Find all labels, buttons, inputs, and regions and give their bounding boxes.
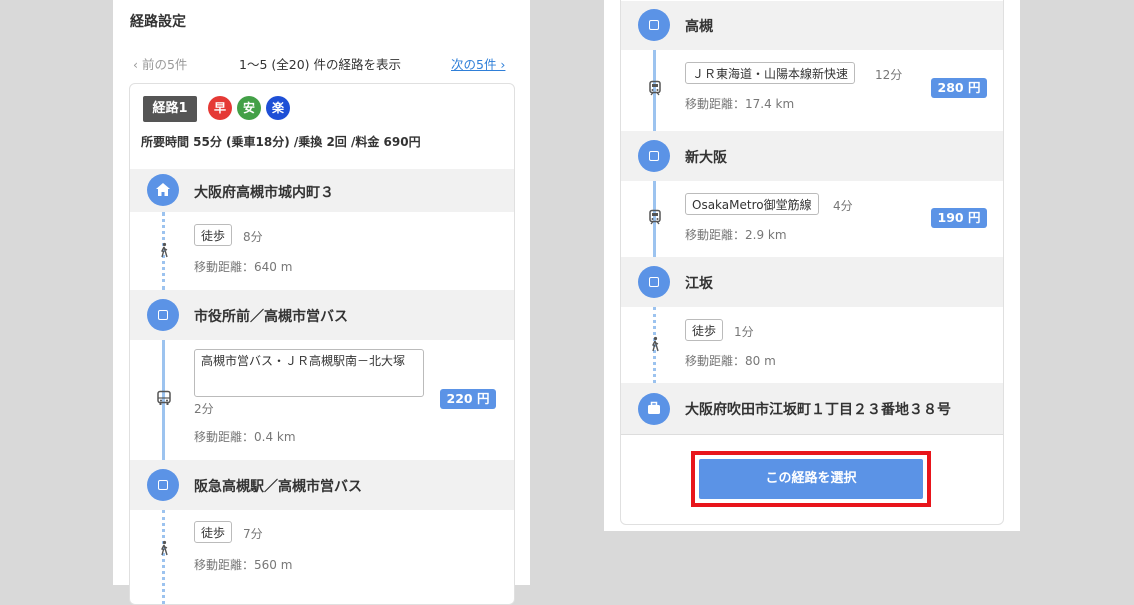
briefcase-icon (638, 393, 670, 425)
origin-name: 大阪府高槻市城内町３ (194, 185, 334, 201)
station-name: 阪急高槻駅／高槻市営バス (194, 479, 362, 495)
walk-distance: 移動距離：80 m (685, 354, 776, 368)
station-row: 新大阪 (621, 131, 1003, 181)
station-row: 阪急高槻駅／高槻市営バス (130, 460, 514, 510)
train-icon (647, 209, 663, 225)
bus-icon (156, 390, 172, 406)
metro-time: 4分 (833, 199, 853, 213)
walk-icon (156, 242, 172, 258)
destination-name: 大阪府吹田市江坂町１丁目２３番地３８号 (685, 402, 951, 418)
route-badge: 経路1 (143, 96, 197, 122)
home-icon (147, 174, 179, 206)
station-name: 新大阪 (685, 150, 727, 166)
fare-badge: 220 円 (440, 389, 496, 409)
train-time: 12分 (875, 68, 903, 82)
fastest-mark: 早 (208, 96, 232, 120)
result-range-text: 1〜5 (全20) 件の経路を表示 (239, 57, 402, 72)
walk-time: 1分 (734, 325, 754, 339)
bus-line-chip: 高槻市営バス・ＪＲ高槻駅南－北大塚 (194, 349, 424, 397)
walk-distance: 移動距離：640 m (194, 260, 293, 274)
train-distance: 移動距離：17.4 km (685, 97, 795, 111)
walk-line (162, 510, 165, 604)
walk-chip: 徒歩 (685, 319, 724, 341)
panel-title: 経路設定 (130, 14, 186, 30)
origin-row: 大阪府高槻市城内町３ (130, 169, 514, 212)
cheapest-mark: 安 (237, 96, 261, 120)
bus-line-name: 高槻市営バス・ＪＲ高槻駅南－北大塚 (201, 354, 406, 368)
station-icon (147, 299, 179, 331)
station-icon (638, 9, 670, 41)
left-panel: 経路設定 ‹ 前の5件 1〜5 (全20) 件の経路を表示 次の5件 › 経路1… (113, 0, 530, 605)
bus-time: 2分 (194, 402, 214, 416)
station-icon (147, 469, 179, 501)
select-route-button[interactable]: この経路を選択 (699, 459, 923, 499)
fare-badge: 280 円 (931, 78, 987, 98)
route-card-continued: 高槻 ＪＲ東海道・山陽本線新快速 12分 280 円 移動距離：17.4 km … (620, 0, 1004, 525)
route-summary: 所要時間 55分 (乗車18分) /乗換 2回 /料金 690円 (141, 135, 421, 149)
station-row: 市役所前／高槻市営バス (130, 290, 514, 340)
station-icon (638, 266, 670, 298)
station-icon (638, 140, 670, 172)
next-page-link[interactable]: 次の5件 › (451, 54, 505, 73)
walk-chip: 徒歩 (194, 224, 233, 246)
walk-chip: 徒歩 (194, 521, 233, 543)
easiest-mark: 楽 (266, 96, 290, 120)
fare-badge: 190 円 (931, 208, 987, 228)
bus-distance: 移動距離：0.4 km (194, 430, 296, 444)
walk-icon (156, 540, 172, 556)
prev-page-link[interactable]: ‹ 前の5件 (133, 54, 187, 73)
route-card: 経路1 早 安 楽 所要時間 55分 (乗車18分) /乗換 2回 /料金 69… (129, 83, 515, 605)
station-row: 江坂 (621, 257, 1003, 307)
station-name: 高槻 (685, 19, 713, 35)
metro-line-chip: OsakaMetro御堂筋線 (685, 193, 819, 215)
train-line-chip: ＪＲ東海道・山陽本線新快速 (685, 62, 856, 84)
walk-icon (647, 336, 663, 352)
train-icon (647, 80, 663, 96)
walk-time: 7分 (243, 527, 263, 541)
select-button-highlight: この経路を選択 (691, 451, 931, 507)
station-name: 江坂 (685, 276, 713, 292)
walk-distance: 移動距離：560 m (194, 558, 293, 572)
metro-distance: 移動距離：2.9 km (685, 228, 787, 242)
station-name: 市役所前／高槻市営バス (194, 309, 348, 325)
right-panel: 高槻 ＪＲ東海道・山陽本線新快速 12分 280 円 移動距離：17.4 km … (604, 0, 1020, 531)
destination-row: 大阪府吹田市江坂町１丁目２３番地３８号 (621, 383, 1003, 435)
station-row: 高槻 (621, 1, 1003, 50)
walk-time: 8分 (243, 230, 263, 244)
